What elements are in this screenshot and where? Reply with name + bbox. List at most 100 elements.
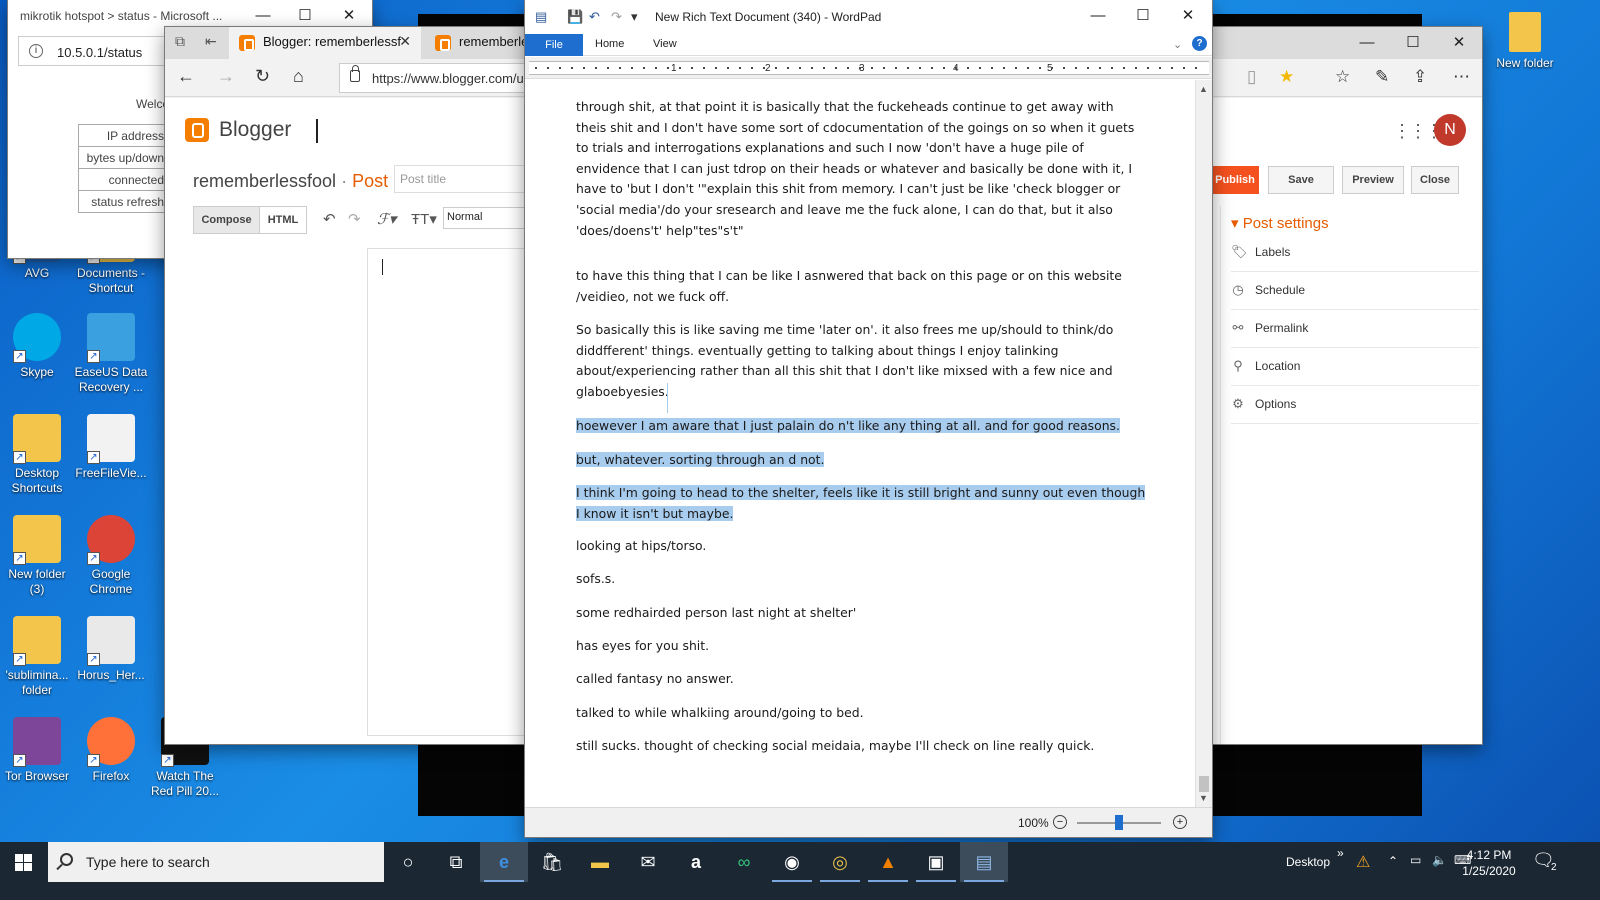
scroll-down-arrow-icon[interactable]: ▼	[1199, 793, 1208, 803]
desktop-icon-new-folder[interactable]: New folder	[1488, 12, 1562, 71]
refresh-icon[interactable]: ↻	[255, 66, 270, 87]
avatar[interactable]: N	[1434, 114, 1466, 146]
reading-view-icon[interactable]: ▯	[1247, 67, 1256, 87]
share-icon[interactable]: ⇪	[1413, 67, 1427, 87]
edge-taskbar-icon[interactable]: e	[480, 842, 528, 882]
desktop-icon[interactable]: ↗ 'sublimina... folder	[0, 616, 74, 698]
post-setting-location[interactable]: ⚲ Location	[1231, 348, 1479, 386]
font-size-icon[interactable]: ŦT▾	[411, 210, 437, 228]
battery-icon[interactable]: ▭	[1410, 853, 1421, 867]
paragraph[interactable]: has eyes for you shit.	[576, 636, 1146, 657]
favorite-star-icon[interactable]: ★	[1279, 67, 1294, 87]
maximize-button[interactable]: ☐	[1390, 27, 1436, 59]
mail-icon[interactable]: ✉	[624, 842, 672, 882]
tripadvisor-icon[interactable]: ∞	[720, 842, 768, 882]
ruler[interactable]: 12345	[525, 57, 1212, 79]
start-button[interactable]	[0, 842, 48, 882]
vertical-scrollbar[interactable]: ▲ ▼	[1195, 80, 1212, 807]
help-icon[interactable]: ?	[1192, 36, 1207, 51]
scroll-thumb[interactable]	[1199, 776, 1209, 792]
desktop-icon[interactable]: ↗ Google Chrome	[74, 515, 148, 597]
paragraph[interactable]: still sucks. thought of checking social …	[576, 736, 1146, 757]
address-bar[interactable]: https://www.blogger.com/u	[339, 63, 539, 93]
minimize-button[interactable]: —	[1344, 27, 1390, 59]
tab-actions-icon[interactable]: ⧉	[175, 33, 185, 50]
selected-paragraph[interactable]: hoewever I am aware that I just palain d…	[576, 416, 1146, 437]
help-alert-icon[interactable]: ⚠	[1356, 852, 1370, 872]
color-app-icon[interactable]: ◎	[816, 842, 864, 882]
post-title-input[interactable]: Post title	[394, 165, 534, 193]
forward-arrow-icon[interactable]: →	[217, 66, 235, 87]
minimize-button[interactable]: —	[1075, 0, 1121, 32]
store-icon[interactable]: 🛍	[528, 842, 576, 882]
file-explorer-icon[interactable]: ▬	[576, 842, 624, 882]
media-app-icon[interactable]: ◉	[768, 842, 816, 882]
format-select[interactable]: Normal	[443, 207, 525, 229]
more-menu-icon[interactable]: ⋯	[1453, 67, 1470, 87]
zoom-slider-thumb[interactable]	[1115, 815, 1123, 830]
cortana-icon[interactable]: ○	[384, 842, 432, 882]
pen-notes-icon[interactable]: ✎	[1375, 67, 1389, 87]
blog-name[interactable]: rememberlessfool	[193, 171, 336, 191]
tab-rememberless[interactable]: rememberle	[425, 27, 525, 59]
desktop-icon[interactable]: ↗ Tor Browser	[0, 717, 74, 784]
taskbar-search[interactable]: Type here to search	[48, 842, 384, 882]
publish-button[interactable]: Publish	[1211, 166, 1259, 194]
post-editor[interactable]	[367, 248, 527, 736]
ribbon-collapse-icon[interactable]: ⌄	[1173, 38, 1182, 51]
document-area[interactable]: through shit, at that point it is basica…	[525, 80, 1195, 807]
save-icon[interactable]: 💾	[567, 9, 583, 25]
undo-icon[interactable]: ↶	[323, 210, 336, 228]
paragraph[interactable]: So basically this is like saving me time…	[576, 320, 1146, 402]
selected-paragraph[interactable]: but, whatever. sorting through an d not.	[576, 450, 1146, 471]
redo-icon[interactable]: ↷	[348, 210, 361, 228]
close-tab-icon[interactable]: ✕	[399, 33, 411, 50]
maximize-button[interactable]: ☐	[1120, 0, 1166, 32]
post-settings-heading[interactable]: ▾ Post settings	[1231, 214, 1329, 232]
paragraph[interactable]: sofs.s.	[576, 569, 1146, 590]
selected-paragraph[interactable]: I think I'm going to head to the shelter…	[576, 483, 1146, 524]
amazon-icon[interactable]: a	[672, 842, 720, 882]
post-setting-labels[interactable]: 🏷 Labels	[1231, 234, 1479, 272]
desktop-icon[interactable]: ↗ Skype	[0, 313, 74, 380]
camera-icon[interactable]: ▣	[912, 842, 960, 882]
paragraph[interactable]: some redhairded person last night at she…	[576, 603, 1146, 624]
font-icon[interactable]: ℱ▾	[377, 210, 396, 228]
preview-button[interactable]: Preview	[1342, 166, 1404, 194]
tab-blogger[interactable]: Blogger: rememberlessf ✕	[229, 27, 421, 59]
back-arrow-icon[interactable]: ←	[177, 66, 195, 87]
set-tabs-aside-icon[interactable]: ⇤	[205, 33, 217, 50]
desktop-icon[interactable]: ↗ Firefox	[74, 717, 148, 784]
undo-icon[interactable]: ↶	[589, 9, 600, 25]
post-setting-options[interactable]: ⚙ Options	[1231, 386, 1479, 424]
file-tab[interactable]: File	[525, 34, 583, 56]
desktop-icon[interactable]: ↗ Horus_Her...	[74, 616, 148, 683]
home-tab[interactable]: Home	[595, 38, 624, 50]
paragraph[interactable]: looking at hips/torso.	[576, 536, 1146, 557]
post-setting-schedule[interactable]: ◷ Schedule	[1231, 272, 1479, 310]
view-tab[interactable]: View	[653, 38, 677, 50]
html-mode-button[interactable]: HTML	[259, 206, 307, 234]
toolbar-expand-icon[interactable]: »	[1337, 846, 1344, 860]
desktop-icon[interactable]: ↗ New folder (3)	[0, 515, 74, 597]
info-icon[interactable]: i	[29, 44, 43, 58]
paragraph[interactable]: called fantasy no answer.	[576, 669, 1146, 690]
close-post-button[interactable]: Close	[1411, 166, 1459, 194]
desktop-icon[interactable]: ↗ EaseUS Data Recovery ...	[74, 313, 148, 395]
close-button[interactable]: ✕	[1165, 0, 1211, 32]
customize-toolbar-icon[interactable]: ▾	[631, 9, 638, 25]
redo-icon[interactable]: ↷	[611, 9, 622, 25]
desktop-icon[interactable]: ↗ Desktop Shortcuts	[0, 414, 74, 496]
close-button[interactable]: ✕	[1436, 27, 1482, 59]
scroll-up-arrow-icon[interactable]: ▲	[1199, 84, 1208, 94]
wordpad-taskbar-icon[interactable]: ▤	[960, 842, 1008, 882]
home-icon[interactable]: ⌂	[293, 66, 304, 87]
zoom-in-button[interactable]: +	[1173, 815, 1187, 829]
zoom-out-button[interactable]: −	[1053, 815, 1067, 829]
paragraph[interactable]: to have this thing that I can be like I …	[576, 266, 1146, 307]
vlc-icon[interactable]: ▲	[864, 842, 912, 882]
desktop-toolbar-label[interactable]: Desktop	[1286, 855, 1330, 869]
save-button[interactable]: Save	[1268, 166, 1334, 194]
clock[interactable]: 4:12 PM 1/25/2020	[1455, 847, 1523, 879]
compose-mode-button[interactable]: Compose	[193, 206, 260, 234]
